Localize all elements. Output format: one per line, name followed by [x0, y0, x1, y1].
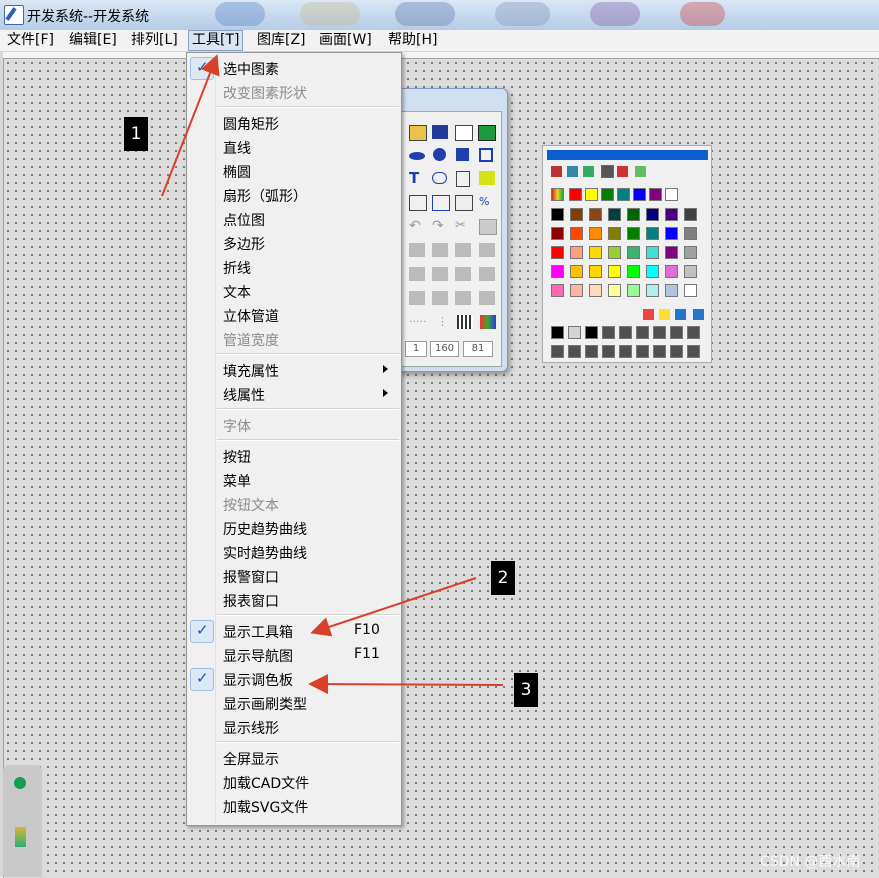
annotation-badge-2: 2 [491, 561, 515, 595]
arrow-3 [308, 674, 504, 695]
annotation-badge-3: 3 [514, 673, 538, 707]
arrow-2 [310, 577, 477, 637]
level-indicator [15, 827, 26, 847]
watermark: CSDN @酉水南 [760, 854, 861, 870]
status-dot [14, 777, 26, 789]
mini-navigator [3, 765, 42, 877]
annotation-badge-1: 1 [124, 117, 148, 151]
arrow-1 [161, 54, 220, 197]
